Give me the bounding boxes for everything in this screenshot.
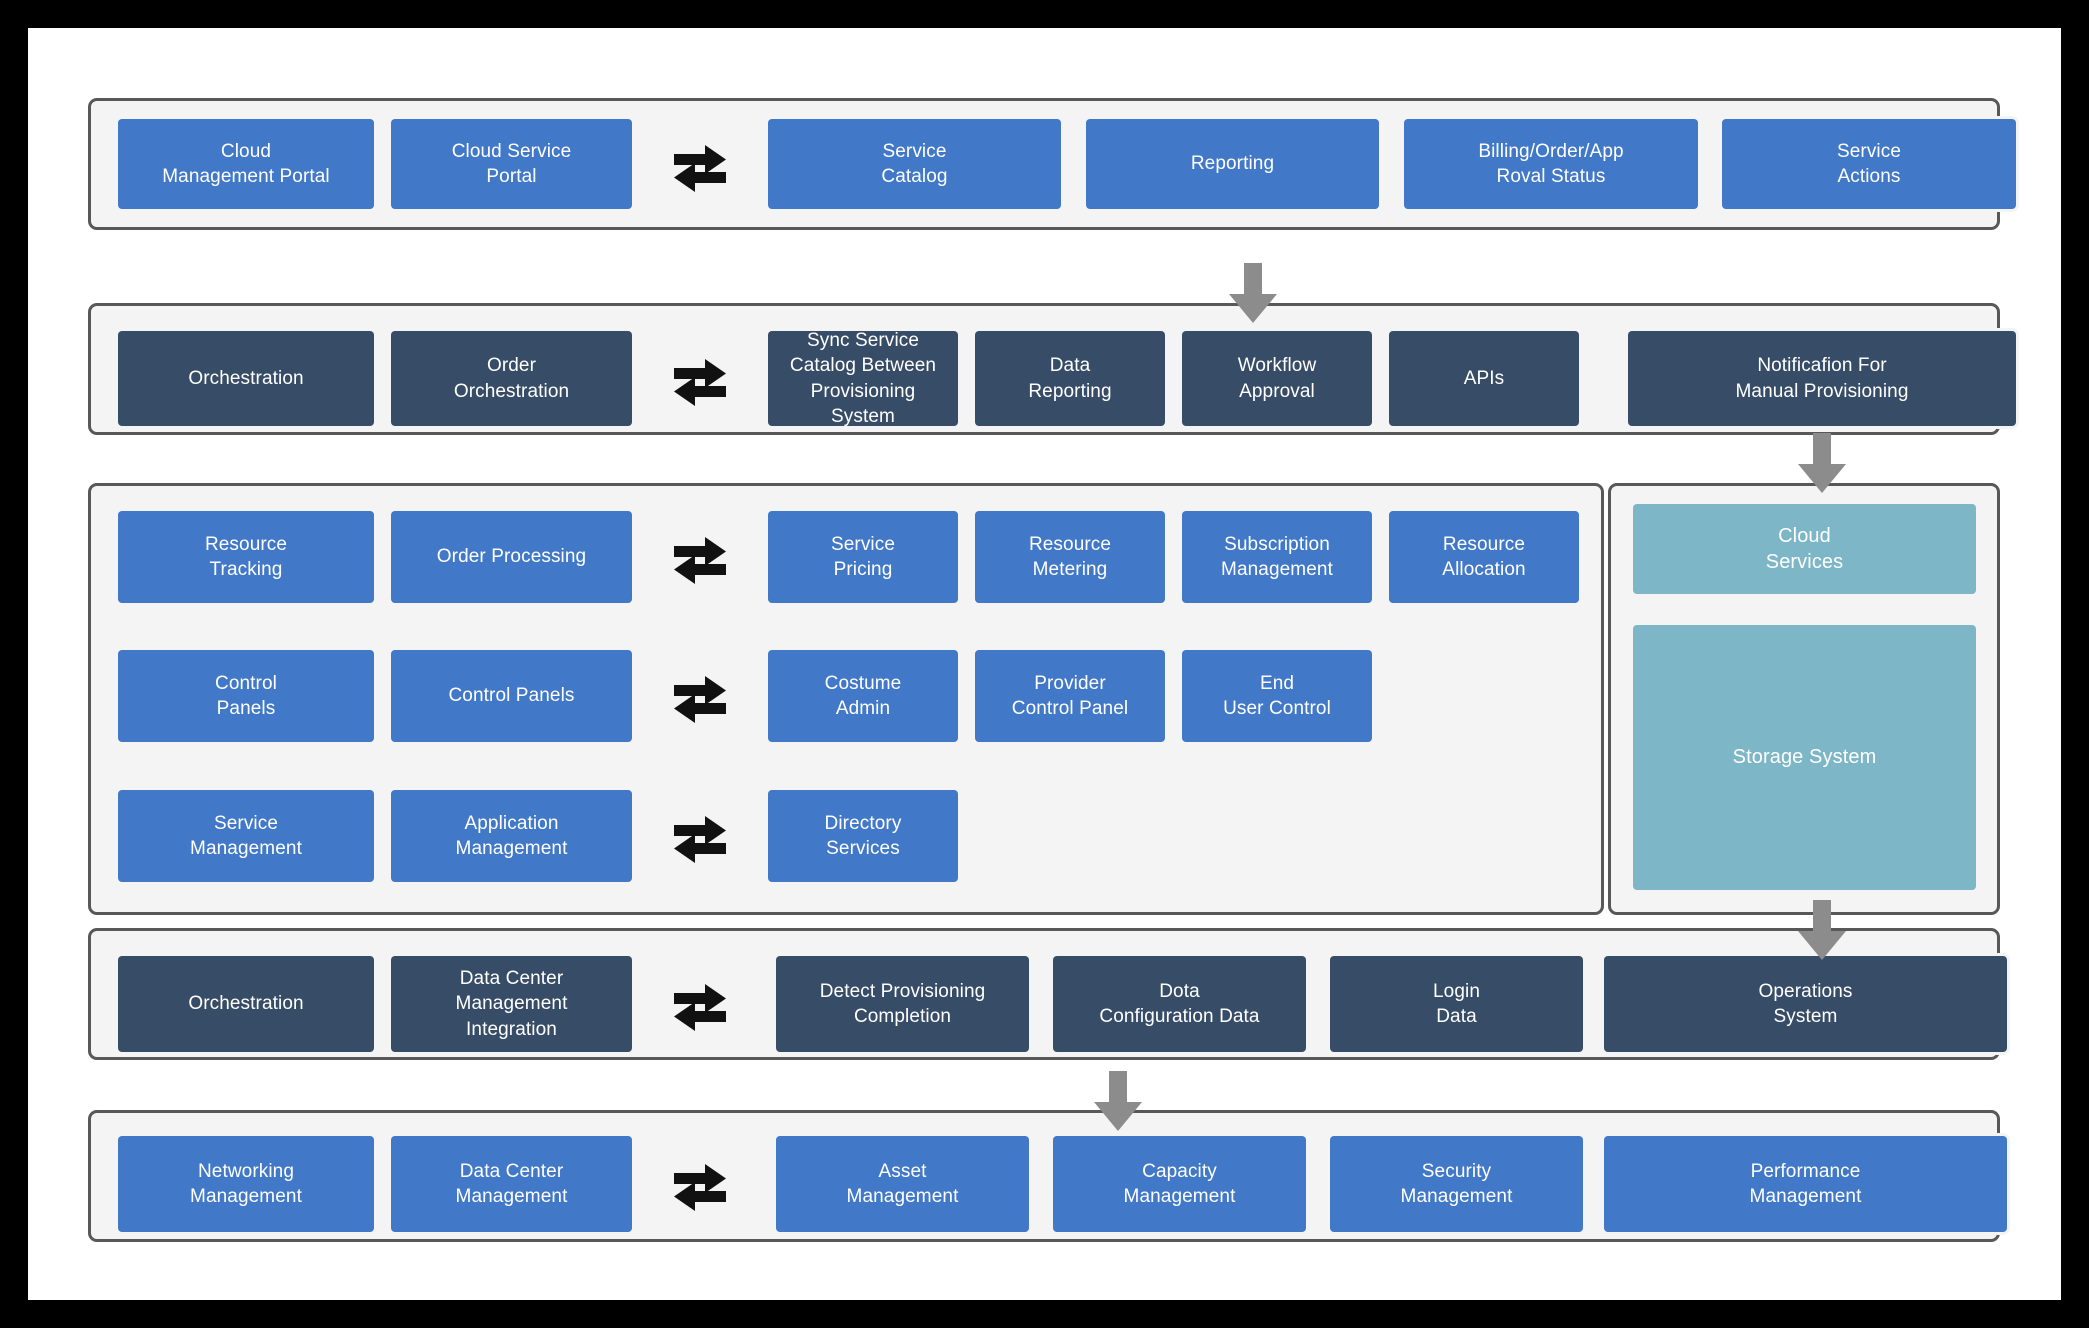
node-directory-services[interactable]: Directory Services <box>768 790 958 882</box>
node-control-panels-mid[interactable]: Control Panels <box>391 650 632 742</box>
node-notification-manual-provisioning[interactable]: Notificafion For Manual Provisioning <box>1628 331 2016 426</box>
down-flow-arrow-icon-storage-to-datacenter <box>1792 900 1852 962</box>
node-costume-admin[interactable]: Costume Admin <box>768 650 958 742</box>
node-apis[interactable]: APIs <box>1389 331 1579 426</box>
bidirectional-exchange-arrow-icon-6 <box>669 973 731 1035</box>
node-data-reporting[interactable]: Data Reporting <box>975 331 1165 426</box>
bidirectional-exchange-arrow-icon-4 <box>669 665 731 727</box>
node-service-actions[interactable]: Service Actions <box>1722 119 2016 209</box>
node-sync-service-catalog[interactable]: Sync Service Catalog Between Provisioning … <box>768 330 958 427</box>
node-asset-management[interactable]: Asset Management <box>776 1136 1029 1232</box>
node-provider-control-panel[interactable]: Provider Control Panel <box>975 650 1165 742</box>
node-capacity-management[interactable]: Capacity Management <box>1053 1136 1306 1232</box>
node-cloud-services[interactable]: Cloud Services <box>1633 504 1976 594</box>
bidirectional-exchange-arrow-icon-3 <box>669 526 731 588</box>
node-reporting[interactable]: Reporting <box>1086 119 1379 209</box>
node-login-data[interactable]: Login Data <box>1330 956 1583 1052</box>
bidirectional-exchange-arrow-icon <box>669 134 731 196</box>
node-cloud-management-portal[interactable]: Cloud Management Portal <box>118 119 374 209</box>
down-flow-arrow-icon-datacenter-to-infrastructure <box>1088 1071 1148 1133</box>
diagram-canvas: Cloud Management Portal Cloud Service Port… <box>28 28 2061 1300</box>
node-dota-configuration-data[interactable]: Dota Configuration Data <box>1053 956 1306 1052</box>
node-service-catalog[interactable]: Service Catalog <box>768 119 1061 209</box>
node-workflow-approval[interactable]: Workflow Approval <box>1182 331 1372 426</box>
node-service-pricing[interactable]: Service Pricing <box>768 511 958 603</box>
node-order-orchestration[interactable]: Order Orchestration <box>391 331 632 426</box>
node-security-management[interactable]: Security Management <box>1330 1136 1583 1232</box>
node-detect-provisioning-completion[interactable]: Detect Provisioning Completion <box>776 956 1029 1052</box>
node-operations-system[interactable]: Operations System <box>1604 956 2007 1052</box>
node-control-panels-left[interactable]: Control Panels <box>118 650 374 742</box>
node-storage-system[interactable]: Storage System <box>1633 625 1976 890</box>
bidirectional-exchange-arrow-icon-5 <box>669 805 731 867</box>
node-subscription-management[interactable]: Subscription Management <box>1182 511 1372 603</box>
node-data-center-management-integration[interactable]: Data Center Management Integration <box>391 956 632 1052</box>
node-data-center-management[interactable]: Data Center Management <box>391 1136 632 1232</box>
node-resource-allocation[interactable]: Resource Allocation <box>1389 511 1579 603</box>
node-resource-metering[interactable]: Resource Metering <box>975 511 1165 603</box>
node-order-processing[interactable]: Order Processing <box>391 511 632 603</box>
node-application-management[interactable]: Application Management <box>391 790 632 882</box>
bidirectional-exchange-arrow-icon-2 <box>669 348 731 410</box>
node-performance-management[interactable]: Performance Management <box>1604 1136 2007 1232</box>
down-flow-arrow-icon-portal-to-orchestration <box>1223 263 1283 325</box>
node-end-user-control[interactable]: End User Control <box>1182 650 1372 742</box>
bidirectional-exchange-arrow-icon-7 <box>669 1153 731 1215</box>
node-networking-management[interactable]: Networking Management <box>118 1136 374 1232</box>
node-resource-tracking[interactable]: Resource Tracking <box>118 511 374 603</box>
node-orchestration-bottom[interactable]: Orchestration <box>118 956 374 1052</box>
down-flow-arrow-icon-orchestration-to-cloud <box>1792 433 1852 495</box>
node-cloud-service-portal[interactable]: Cloud Service Portal <box>391 119 632 209</box>
node-billing-order-app-roval-status[interactable]: Billing/Order/App Roval Status <box>1404 119 1698 209</box>
node-service-management[interactable]: Service Management <box>118 790 374 882</box>
node-orchestration-top[interactable]: Orchestration <box>118 331 374 426</box>
